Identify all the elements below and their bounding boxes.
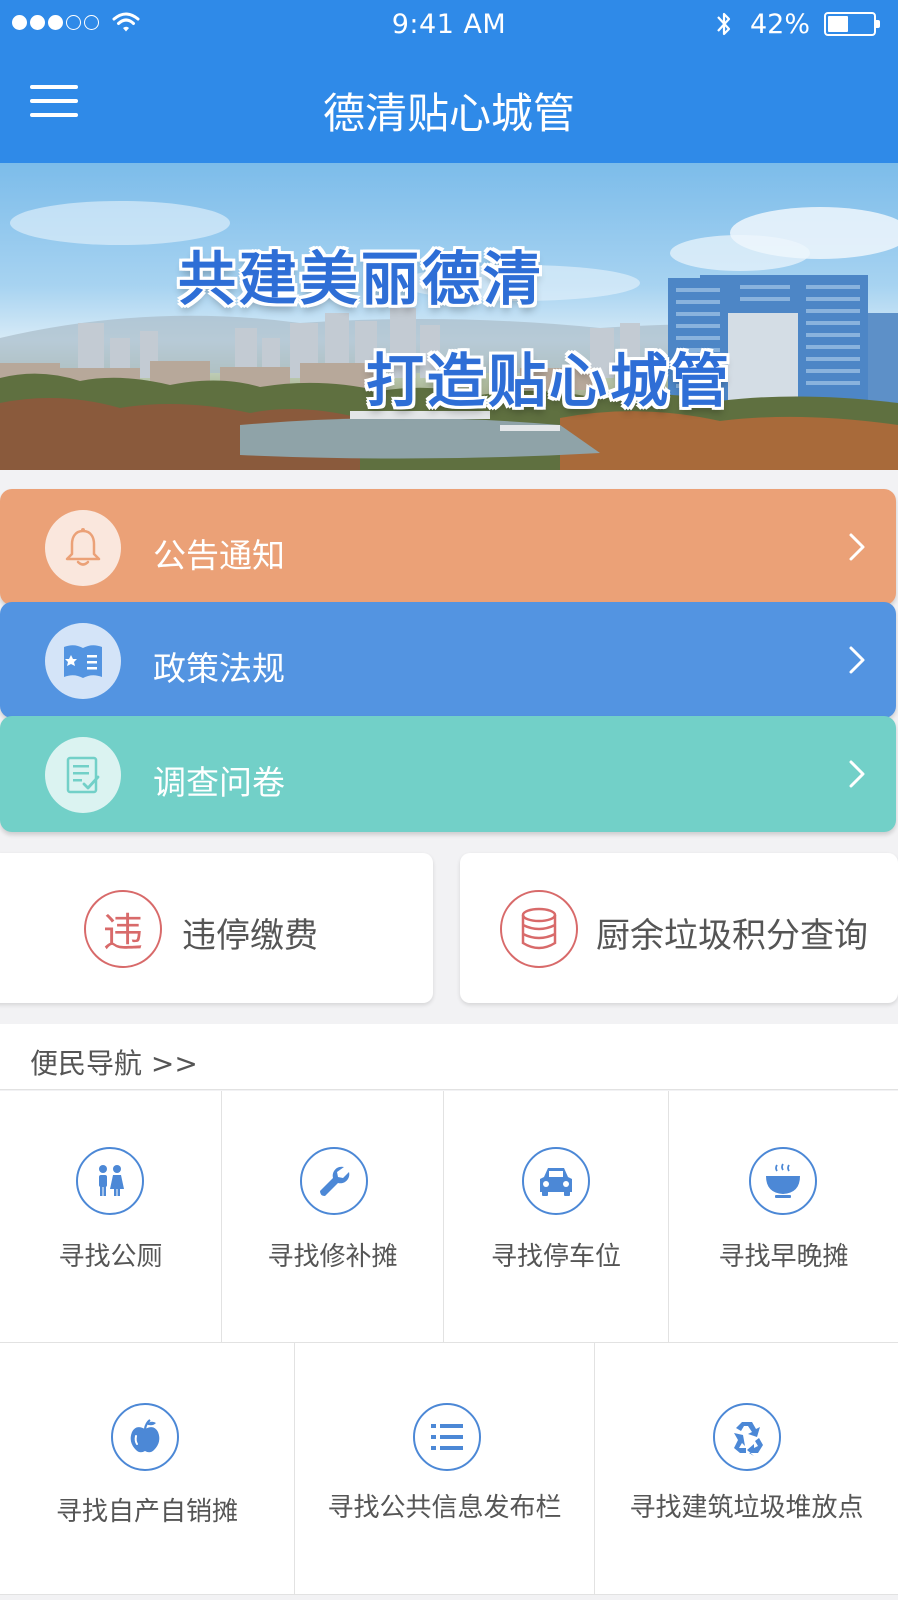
menu-item-notice-label: 公告通知 xyxy=(153,536,285,575)
menu-item-survey-label: 调查问卷 xyxy=(153,763,285,802)
grid-item-find-toilet[interactable]: 寻找公厕 xyxy=(0,1091,222,1343)
chevron-right-icon xyxy=(849,533,865,561)
bowl-icon xyxy=(749,1147,817,1215)
menu-item-survey[interactable]: 调查问卷 xyxy=(0,716,896,832)
menu-item-policy[interactable]: 政策法规 xyxy=(0,602,896,718)
grid-item-label: 寻找公共信息发布栏 xyxy=(327,1493,562,1523)
menu-item-notice[interactable]: 公告通知 xyxy=(0,489,896,605)
coins-icon xyxy=(500,890,578,968)
chevron-right-icon xyxy=(849,646,865,674)
list-icon xyxy=(413,1403,481,1471)
survey-icon xyxy=(45,737,121,813)
violation-icon: 违 xyxy=(84,890,162,968)
book-icon xyxy=(45,623,121,699)
grid-item-find-info-board[interactable]: 寻找公共信息发布栏 xyxy=(295,1343,595,1595)
car-icon xyxy=(522,1147,590,1215)
status-bar: 9:41 AM 42% xyxy=(0,0,898,48)
convenience-nav-header[interactable]: 便民导航 >> xyxy=(0,1024,898,1090)
bluetooth-icon xyxy=(717,12,731,36)
chevron-right-icon xyxy=(849,760,865,788)
grid-item-label: 寻找修补摊 xyxy=(267,1242,398,1272)
banner-slogan-line1: 共建美丽德清 xyxy=(178,245,545,313)
grid-item-label: 寻找停车位 xyxy=(490,1242,621,1272)
parking-fine-payment-button[interactable]: 违 违停缴费 xyxy=(0,853,433,1003)
banner-slogan-line2: 打造贴心城管 xyxy=(366,347,733,415)
wrench-icon xyxy=(300,1147,368,1215)
grid-item-find-construction-waste[interactable]: 寻找建筑垃圾堆放点 xyxy=(595,1343,898,1595)
bell-icon xyxy=(45,510,121,586)
parking-fine-payment-label: 违停缴费 xyxy=(182,916,318,956)
kitchen-waste-points-button[interactable]: 厨余垃圾积分查询 xyxy=(460,853,898,1003)
battery-icon xyxy=(824,12,880,36)
grid-item-label: 寻找早晚摊 xyxy=(718,1242,849,1272)
convenience-nav-title: 便民导航 >> xyxy=(30,1047,198,1080)
grid-item-label: 寻找公厕 xyxy=(58,1242,163,1272)
grid-item-label: 寻找自产自销摊 xyxy=(55,1497,238,1527)
menu-item-policy-label: 政策法规 xyxy=(153,649,285,688)
city-skyline-illustration xyxy=(0,201,898,470)
navigation-bar: 德清贴心城管 xyxy=(0,48,898,163)
apple-icon xyxy=(111,1403,179,1471)
kitchen-waste-points-label: 厨余垃圾积分查询 xyxy=(596,916,868,956)
grid-item-find-repair-stall[interactable]: 寻找修补摊 xyxy=(222,1091,444,1343)
promo-banner[interactable]: 共建美丽德清 打造贴心城管 xyxy=(0,163,898,470)
page-title: 德清贴心城管 xyxy=(322,89,575,138)
grid-item-find-farmer-stall[interactable]: 寻找自产自销摊 xyxy=(0,1343,295,1595)
grid-item-find-parking[interactable]: 寻找停车位 xyxy=(444,1091,669,1343)
battery-percentage: 42% xyxy=(750,9,811,40)
toilet-icon xyxy=(76,1147,144,1215)
grid-item-label: 寻找建筑垃圾堆放点 xyxy=(629,1493,864,1523)
grid-item-find-food-stall[interactable]: 寻找早晚摊 xyxy=(669,1091,898,1343)
recycle-icon xyxy=(713,1403,781,1471)
